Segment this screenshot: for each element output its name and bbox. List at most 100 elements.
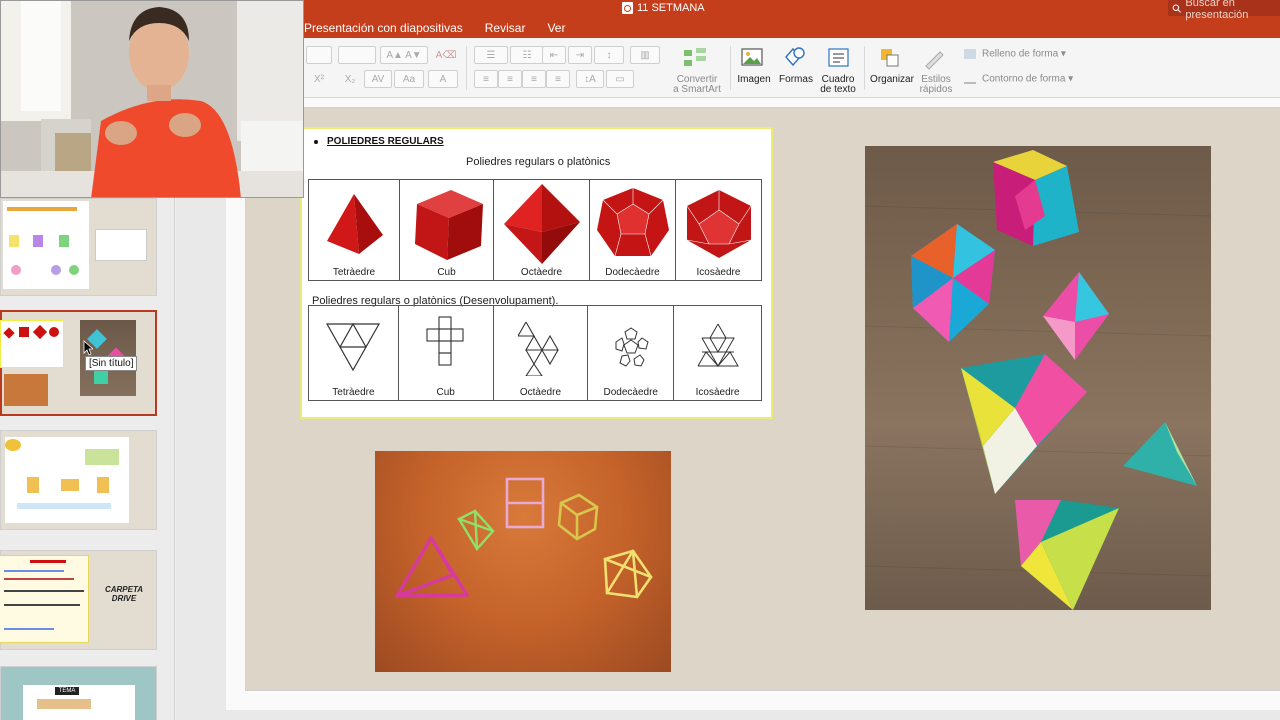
image-icon[interactable] <box>740 46 766 70</box>
net-caption: Dodecàedre <box>603 387 658 398</box>
align-center-icon[interactable]: ≡ <box>498 70 522 88</box>
decrease-indent-icon[interactable]: ⇤ <box>542 46 566 64</box>
arrange-button-label[interactable]: Organizar <box>868 75 916 85</box>
slide-thumbnail[interactable]: CARPETA DRIVE <box>0 550 157 650</box>
thumb-content <box>3 201 89 289</box>
shapes-icon[interactable] <box>782 45 808 69</box>
line-spacing-button[interactable]: ↕ <box>594 46 624 64</box>
mouse-pointer-icon <box>83 340 93 356</box>
presenter-webcam <box>0 0 304 198</box>
straw-polyhedra-photo[interactable] <box>375 451 671 672</box>
pen-outline-icon <box>964 74 976 84</box>
subscript-icon[interactable]: X₂ <box>338 70 362 88</box>
octahedron-solid-icon <box>503 184 580 264</box>
dodecahedron-solid-icon <box>596 188 669 257</box>
align-left-icon[interactable]: ≡ <box>474 70 498 88</box>
straw-polyhedra-drawing <box>395 477 653 599</box>
shape-outline-button[interactable]: Contorno de forma ▾ <box>964 74 1074 85</box>
tetrahedron-solid-icon <box>327 194 383 254</box>
cube-net-cell: Cub <box>397 305 494 401</box>
solids-table: Tetràedre Cub Octàedre Dodecàedre Icosàe… <box>308 179 762 281</box>
font-size-buttons[interactable]: A▲ A▼ <box>380 46 428 64</box>
icosahedron-net-cell: Icosàedre <box>673 305 762 401</box>
slide-thumbnail[interactable]: TEMA 10 <box>0 666 157 720</box>
tetrahedron-cell: Tetràedre <box>308 179 400 281</box>
convert-smartart-label[interactable]: Convertir a SmartArt <box>668 75 726 95</box>
presenter-video-frame <box>1 1 303 197</box>
octahedron-net-cell: Octàedre <box>492 305 589 401</box>
slide-thumbnail[interactable] <box>0 198 157 296</box>
solid-caption: Octàedre <box>520 267 563 278</box>
document-title: 11 SETMANA <box>622 2 705 14</box>
textbox-button-label[interactable]: Cuadro de texto <box>816 75 860 95</box>
font-name-dropdown[interactable] <box>306 46 332 64</box>
icosahedron-solid-icon <box>686 190 751 258</box>
text-direction-button[interactable]: ↕A <box>576 70 604 88</box>
dodecahedron-cell: Dodecàedre <box>589 179 676 281</box>
shape-fill-button[interactable]: Relleno de forma ▾ <box>964 49 1074 60</box>
fill-bucket-icon <box>964 49 976 59</box>
solid-caption: Dodecàedre <box>605 267 660 278</box>
thumb-doc <box>0 555 89 643</box>
menu-slideshow[interactable]: Presentación con diapositivas <box>304 21 463 35</box>
thumb-prisms <box>5 437 129 523</box>
menu-review[interactable]: Revisar <box>485 21 526 35</box>
menu-bar: Presentación con diapositivas Revisar Ve… <box>304 21 565 35</box>
solid-caption: Tetràedre <box>332 267 376 278</box>
justify-icon[interactable]: ≡ <box>546 70 570 88</box>
dodecahedron-net-icon <box>615 327 649 367</box>
cube-solid-icon <box>414 190 483 260</box>
thumb-cover: TEMA 10 <box>23 685 135 720</box>
thumb-worksheet <box>0 320 64 368</box>
dodecahedron-net-cell: Dodecàedre <box>587 305 675 401</box>
solid-caption: Icosàedre <box>696 267 741 278</box>
net-caption: Tetràedre <box>332 387 375 398</box>
image-button-label[interactable]: Imagen <box>734 75 774 85</box>
clear-format-icon[interactable]: A⌫ <box>434 46 458 64</box>
search-placeholder: Buscar en presentación <box>1185 0 1249 21</box>
drive-folder-label: CARPETA DRIVE <box>104 585 144 603</box>
icosahedron-net-icon <box>697 323 739 368</box>
smartart-icon[interactable] <box>682 46 708 70</box>
numbering-button[interactable]: ☷ <box>510 46 544 64</box>
solid-caption: Cub <box>437 267 456 278</box>
document-title-text: 11 SETMANA <box>637 2 705 14</box>
thumb-box-image <box>95 229 147 261</box>
thumb-straws <box>4 374 48 406</box>
menu-view[interactable]: Ver <box>547 21 565 35</box>
octahedron-net-icon <box>518 321 560 376</box>
cube-net-icon <box>426 316 464 366</box>
icosahedron-cell: Icosàedre <box>675 179 762 281</box>
origami-polyhedra-drawing <box>865 150 1211 610</box>
quick-styles-label[interactable]: Estilos rápidos <box>914 75 958 95</box>
quick-styles-icon[interactable] <box>922 46 948 70</box>
powerpoint-icon <box>622 2 633 14</box>
search-icon <box>1172 4 1181 13</box>
tetrahedron-net-icon <box>326 322 381 372</box>
tetrahedron-net-cell: Tetràedre <box>308 305 399 401</box>
bullets-button[interactable]: ☰ <box>474 46 508 64</box>
change-case-button[interactable]: Aa <box>394 70 424 88</box>
char-spacing-button[interactable]: AV <box>364 70 392 88</box>
nets-table: Tetràedre Cub Octàedre Dodecàedre Icosàe… <box>308 305 762 401</box>
octahedron-cell: Octàedre <box>493 179 590 281</box>
net-caption: Octàedre <box>519 387 562 398</box>
textbox-icon[interactable] <box>826 46 852 70</box>
polyhedra-worksheet-image[interactable]: POLIEDRES REGULARS Poliedres regulars o … <box>300 127 773 419</box>
shapes-button-label[interactable]: Formas <box>776 75 816 85</box>
cube-cell: Cub <box>399 179 494 281</box>
search-box[interactable]: Buscar en presentación <box>1168 0 1280 21</box>
strikethrough-icon[interactable]: X² <box>306 70 332 88</box>
columns-button[interactable]: ▥ <box>630 46 660 64</box>
worksheet-heading: POLIEDRES REGULARS <box>314 136 444 147</box>
font-color-button[interactable]: A <box>428 70 458 88</box>
font-size-dropdown[interactable] <box>338 46 376 64</box>
origami-polyhedra-photo[interactable] <box>865 146 1211 610</box>
increase-indent-icon[interactable]: ⇥ <box>568 46 592 64</box>
net-caption: Icosàedre <box>695 387 740 398</box>
align-right-icon[interactable]: ≡ <box>522 70 546 88</box>
arrange-icon[interactable] <box>878 46 904 70</box>
slide-thumbnail[interactable] <box>0 430 157 530</box>
section-tag: TEMA 10 <box>55 687 79 702</box>
align-text-button[interactable]: ▭ <box>606 70 634 88</box>
